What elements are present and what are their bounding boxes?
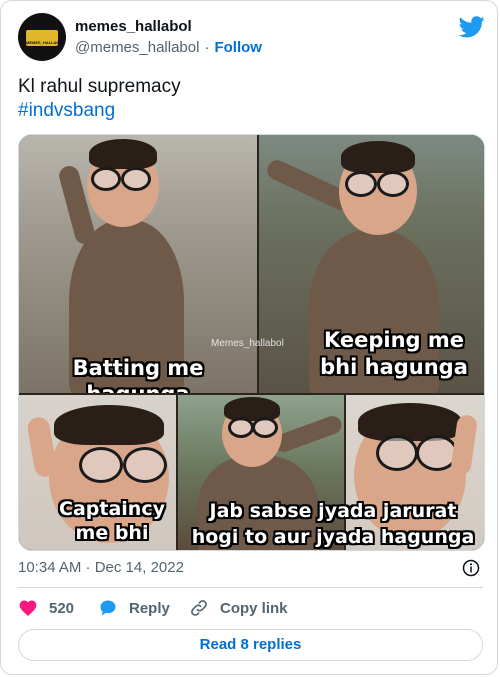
kid-hair bbox=[54, 405, 164, 445]
speech-bubble-icon bbox=[100, 600, 116, 616]
caption-panel-2: Keeping me bhi hagunga bbox=[320, 328, 468, 379]
glasses-right bbox=[123, 447, 167, 483]
kid-hair bbox=[341, 141, 415, 173]
avatar-logo: MEMES_HALLABOL bbox=[26, 30, 65, 46]
avatar-logo-text: MEMES_HALLABOL bbox=[26, 40, 65, 45]
kid-arm bbox=[272, 413, 344, 455]
avatar[interactable]: MEMES_HALLABOL bbox=[18, 13, 66, 61]
info-icon[interactable] bbox=[462, 559, 480, 577]
caption-panel-4: Jab sabse jyada jarurat hogi to aur jyad… bbox=[191, 500, 475, 548]
reply-label: Reply bbox=[129, 599, 170, 617]
meme-panel-3: Captaincy me bhi bbox=[19, 395, 176, 550]
tweet-text: Kl rahul supremacy #indvsbang bbox=[18, 75, 181, 123]
copy-link-button[interactable]: Copy link bbox=[189, 598, 288, 618]
kid-hair bbox=[358, 403, 462, 441]
follow-button[interactable]: Follow bbox=[214, 39, 262, 56]
meme-panel-2: Keeping me bhi hagunga bbox=[259, 135, 484, 393]
link-icon bbox=[191, 600, 207, 616]
glasses-right bbox=[377, 171, 409, 197]
glasses-left bbox=[345, 171, 377, 197]
watermark: Memes_hallabol bbox=[211, 338, 284, 349]
separator-dot: · bbox=[204, 39, 210, 56]
glasses-left bbox=[228, 417, 254, 438]
reply-button[interactable]: Reply bbox=[98, 598, 170, 618]
glasses-left bbox=[376, 435, 418, 471]
hashtag-link[interactable]: #indvsbang bbox=[18, 99, 181, 123]
author-handle[interactable]: @memes_hallabol bbox=[75, 39, 199, 56]
glasses-right bbox=[121, 167, 151, 191]
twitter-bird-icon[interactable] bbox=[459, 16, 485, 38]
caption-panel-1: Batting me hagunga bbox=[72, 356, 204, 393]
glasses-right bbox=[252, 417, 278, 438]
heart-icon bbox=[19, 600, 37, 616]
meme-panel-1: Batting me hagunga bbox=[19, 135, 257, 393]
divider bbox=[18, 587, 483, 588]
author-handle-row: @memes_hallabol · Follow bbox=[75, 39, 262, 56]
kid-hair bbox=[224, 397, 280, 421]
tweet-timestamp[interactable]: 10:34 AM · Dec 14, 2022 bbox=[18, 559, 184, 576]
author-display-name[interactable]: memes_hallabol bbox=[75, 18, 192, 35]
glasses-left bbox=[79, 447, 123, 483]
kid-hair bbox=[89, 139, 157, 169]
like-button[interactable]: 520 bbox=[18, 598, 74, 618]
tweet-card: MEMES_HALLABOL memes_hallabol @memes_hal… bbox=[0, 0, 498, 675]
tweet-image[interactable]: Batting me hagunga Keeping me bhi hagung… bbox=[18, 134, 485, 551]
glasses-left bbox=[91, 167, 121, 191]
caption-panel-3: Captaincy me bhi bbox=[59, 498, 165, 544]
tweet-body: Kl rahul supremacy bbox=[18, 76, 181, 97]
like-count: 520 bbox=[49, 599, 75, 617]
read-replies-button[interactable]: Read 8 replies bbox=[18, 629, 483, 661]
copy-link-label: Copy link bbox=[220, 599, 288, 617]
